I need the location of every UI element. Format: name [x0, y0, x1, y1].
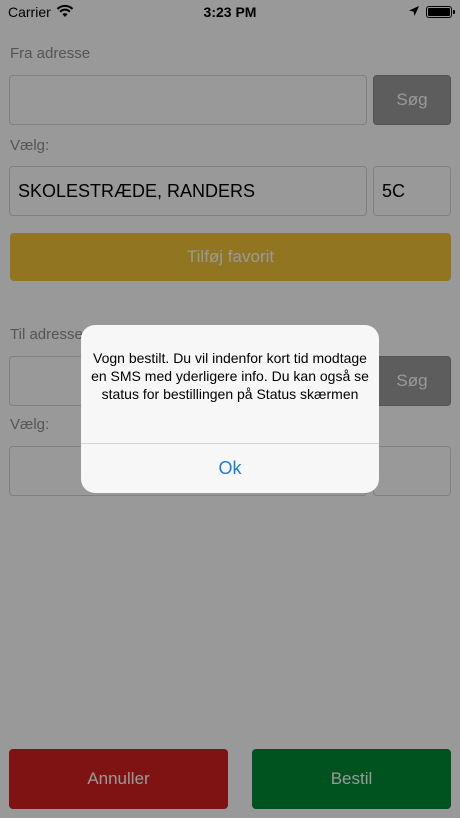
order-confirmation-alert: Vogn bestilt. Du vil indenfor kort tid m…: [81, 325, 379, 493]
alert-ok-button[interactable]: Ok: [81, 444, 379, 493]
alert-message: Vogn bestilt. Du vil indenfor kort tid m…: [91, 350, 369, 402]
